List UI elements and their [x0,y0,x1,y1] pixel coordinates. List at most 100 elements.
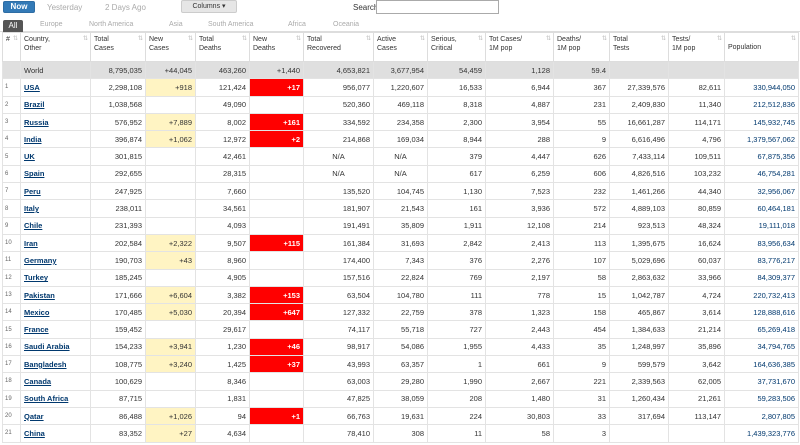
population-link[interactable]: 37,731,670 [757,377,795,386]
column-header[interactable]: Total Cases ⇅ [90,32,146,62]
search-input[interactable] [376,0,499,14]
population-link[interactable]: 2,807,805 [762,412,795,421]
country-link[interactable]: Brazil [24,100,44,109]
country-link[interactable]: Spain [24,169,44,178]
country-link[interactable]: UK [24,152,35,161]
two-days-ago-tab[interactable]: 2 Days Ago [105,3,146,12]
sort-arrows-icon[interactable]: ⇅ [602,35,607,44]
column-header[interactable]: Country, Other ⇅ [20,32,91,62]
population-link[interactable]: 128,888,616 [753,308,795,317]
data-cell [145,164,196,184]
country-link[interactable]: Mexico [24,308,49,317]
region-tab-oceania[interactable]: Oceania [333,21,359,28]
column-header[interactable]: Total Deaths ⇅ [195,32,250,62]
data-cell: 3,614 [668,303,725,322]
country-link[interactable]: Bangladesh [24,360,67,369]
column-header-label: Critical [431,45,453,52]
population-link[interactable]: 1,439,323,776 [747,429,795,438]
country-link[interactable]: China [24,429,45,438]
sort-arrows-icon[interactable]: ⇅ [138,35,143,44]
country-link[interactable]: France [24,325,49,334]
now-tab-button[interactable]: Now [3,1,35,13]
region-tab-africa[interactable]: Africa [288,21,306,28]
population-link[interactable]: 46,754,281 [757,169,795,178]
population-link[interactable]: 32,956,067 [757,187,795,196]
column-header[interactable]: Deaths/1M pop ⇅ [553,32,610,62]
region-tab-all[interactable]: All [3,20,23,32]
sort-arrows-icon[interactable]: ⇅ [420,35,425,44]
column-header[interactable]: # ⇅ [2,32,21,62]
population-link[interactable]: 84,309,377 [757,273,795,282]
population-link[interactable]: 19,111,018 [759,221,795,230]
region-tab-north-america[interactable]: North America [89,21,133,28]
country-link[interactable]: Chile [24,221,42,230]
data-cell: 1,260,434 [609,389,669,408]
country-link[interactable]: Qatar [24,412,44,421]
country-link[interactable]: Canada [24,377,51,386]
population-link[interactable]: 1,379,567,062 [747,135,795,144]
population-link[interactable]: 67,875,356 [757,152,795,161]
population-link[interactable]: 145,932,745 [753,118,795,127]
sort-arrows-icon[interactable]: ⇅ [478,35,483,44]
population-link[interactable]: 65,269,418 [757,325,795,334]
data-cell [724,60,799,80]
yesterday-tab[interactable]: Yesterday [47,3,82,12]
column-header[interactable]: Total Tests ⇅ [609,32,669,62]
region-tabs: All Europe North America Asia South America A… [0,18,800,32]
data-cell: 208 [427,389,486,408]
sort-arrows-icon[interactable]: ⇅ [296,35,301,44]
column-header[interactable]: Active Cases ⇅ [373,32,428,62]
column-header[interactable]: New Cases ⇅ [145,32,196,62]
population-link[interactable]: 212,512,836 [753,100,795,109]
country-link[interactable]: Iran [24,239,38,248]
population-link[interactable]: 59,283,506 [757,394,795,403]
data-cell: 135,520 [303,182,374,201]
population-link[interactable]: 60,464,181 [757,204,795,213]
population-link[interactable]: 83,956,634 [757,239,795,248]
country-link[interactable]: Saudi Arabia [24,342,70,351]
population-link[interactable]: 164,636,385 [753,360,795,369]
country-link[interactable]: Italy [24,204,39,213]
data-cell: 87,715 [90,389,146,408]
column-header[interactable]: New Deaths ⇅ [249,32,304,62]
country-link[interactable]: Germany [24,256,57,265]
country-link[interactable]: Turkey [24,273,48,282]
column-header[interactable]: Serious, Critical ⇅ [427,32,486,62]
column-header[interactable]: Tot Cases/1M pop ⇅ [485,32,554,62]
country-link[interactable]: USA [24,83,40,92]
data-cell: 1,384,633 [609,320,669,339]
sort-arrows-icon[interactable]: ⇅ [791,35,796,44]
country-link[interactable]: South Africa [24,394,68,403]
data-cell [249,389,304,408]
column-header[interactable]: Population ⇅ [724,32,799,62]
population-link[interactable]: 34,794,765 [757,342,795,351]
population-link[interactable]: 83,776,217 [757,256,795,265]
country-link[interactable]: Peru [24,187,41,196]
population-link[interactable]: 330,944,050 [753,83,795,92]
region-tab-asia[interactable]: Asia [169,21,183,28]
sort-arrows-icon[interactable]: ⇅ [242,35,247,44]
data-cell: 1,323 [485,303,554,322]
country-link[interactable]: India [24,135,42,144]
columns-dropdown-button[interactable]: Columns ▾ [181,0,237,13]
sort-arrows-icon[interactable]: ⇅ [366,35,371,44]
sort-arrows-icon[interactable]: ⇅ [188,35,193,44]
sort-arrows-icon[interactable]: ⇅ [546,35,551,44]
region-tab-south-america[interactable]: South America [208,21,254,28]
country-link[interactable]: Pakistan [24,291,55,300]
column-header[interactable]: Total Recovered ⇅ [303,32,374,62]
country-cell: Chile [20,216,91,235]
country-link[interactable]: Russia [24,118,49,127]
population-cell: 128,888,616 [724,303,799,322]
population-link[interactable]: 220,732,413 [753,291,795,300]
data-cell: 1,128 [485,60,554,80]
column-header[interactable]: Tests/1M pop ⇅ [668,32,725,62]
column-header-label: Active [377,36,397,43]
sort-arrows-icon[interactable]: ⇅ [83,35,88,44]
region-tab-europe[interactable]: Europe [40,21,63,28]
sort-arrows-icon[interactable]: ⇅ [13,35,18,44]
row-index: 2 [2,95,21,114]
data-cell: +37 [249,355,304,374]
sort-arrows-icon[interactable]: ⇅ [661,35,666,44]
sort-arrows-icon[interactable]: ⇅ [717,35,722,44]
